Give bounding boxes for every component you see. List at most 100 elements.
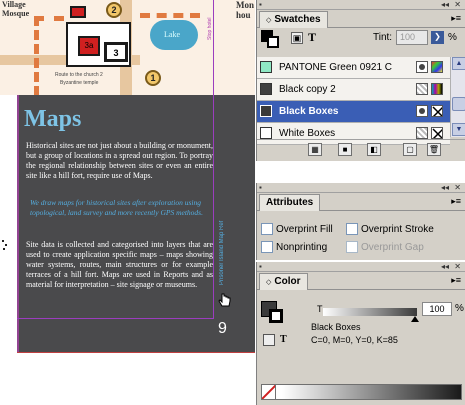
color-fill-stroke-selector[interactable] (261, 301, 283, 323)
road-label: Route to the church 2 (55, 72, 103, 78)
tab-swatches[interactable]: ◇ Swatches (259, 11, 328, 28)
color-text-icon[interactable]: T (280, 334, 287, 345)
show-color-swatches-icon[interactable]: ■ (338, 143, 352, 156)
close-icon[interactable]: ✕ (454, 183, 461, 192)
margin-marks (2, 240, 7, 250)
article-title[interactable]: Maps (24, 106, 81, 133)
frame-edge-guide (17, 95, 19, 352)
map-marker-2-label: 2 (111, 5, 117, 15)
swatch-name: White Boxes (279, 128, 336, 139)
panel-menu-icon[interactable]: ▸≡ (451, 196, 461, 207)
lake-label: Lake (164, 30, 180, 39)
tab-toggle-icon[interactable]: ◇ (266, 13, 271, 29)
bleed-guide (17, 352, 255, 353)
panel-titlebar[interactable]: ▪ ◂◂ ✕ (257, 0, 465, 10)
close-icon[interactable]: ✕ (454, 0, 461, 9)
collapse-icon[interactable]: ◂◂ (441, 183, 449, 192)
color-tint-input[interactable]: 100 (422, 302, 452, 316)
process-color-icon (416, 83, 428, 95)
color-stroke-box[interactable] (269, 309, 283, 323)
panel-menu-icon[interactable]: ▸≡ (451, 275, 461, 286)
color-swatch-name: Black Boxes (311, 322, 361, 332)
overprint-stroke-label: Overprint Stroke (361, 223, 434, 235)
article-paragraph-1[interactable]: Historical sites are not just about a bu… (26, 141, 213, 181)
document-canvas[interactable]: Lake 3a 3 1 2 Village Mosque Mon hou Rou… (0, 0, 255, 405)
tab-swatches-label: Swatches (274, 14, 321, 25)
overprint-fill-checkbox[interactable] (261, 223, 273, 235)
delete-swatch-icon[interactable]: 🗑 (427, 143, 441, 156)
swatch-row-pantone-green[interactable]: PANTONE Green 0921 C (257, 57, 450, 79)
swatch-row-black-copy-2[interactable]: Black copy 2 (257, 79, 450, 101)
collapse-icon[interactable]: ◂◂ (441, 262, 449, 271)
tint-arrow-icon[interactable]: ❯ (431, 31, 444, 44)
article-paragraph-2[interactable]: We draw maps for historical sites after … (30, 198, 213, 218)
page-number[interactable]: 9 (218, 320, 227, 338)
grip-icon: ▪ (259, 0, 262, 9)
attributes-panel: ▪ ◂◂ ✕ Attributes ▸≡ Overprint Fill Over… (256, 183, 465, 260)
close-icon[interactable]: ✕ (454, 262, 461, 271)
overprint-stroke-option[interactable]: Overprint Stroke (346, 223, 434, 235)
tint-input[interactable]: 100 (396, 30, 428, 45)
color-container-icon[interactable] (263, 334, 275, 346)
tab-toggle-icon[interactable]: ◇ (266, 275, 271, 291)
color-tint-label: T (317, 304, 323, 314)
margin-guide-horizontal (17, 318, 214, 319)
panel-titlebar[interactable]: ▪ ◂◂ ✕ (257, 262, 465, 272)
map-lake: Lake (150, 20, 198, 50)
swatches-controls: ▣ T Tint: 100 ❯ % (257, 28, 465, 48)
tab-attributes-label: Attributes (266, 197, 314, 208)
color-cmyk-values: C=0, M=0, Y=0, K=85 (311, 335, 398, 345)
temple-label: Byzantine temple (60, 80, 99, 86)
panel-titlebar[interactable]: ▪ ◂◂ ✕ (257, 183, 465, 193)
overprint-stroke-checkbox[interactable] (346, 223, 358, 235)
color-ramp[interactable] (261, 384, 462, 400)
fill-stroke-selector[interactable] (261, 30, 279, 48)
attributes-tabrow: Attributes ▸≡ (257, 193, 465, 211)
hand-cursor-icon (218, 293, 231, 307)
cmyk-mode-icon (431, 83, 443, 95)
swatch-chip (260, 61, 272, 73)
color-mode-icon (431, 61, 443, 73)
map-label-right-bottom: hou (236, 10, 251, 20)
none-color-icon[interactable] (262, 385, 276, 399)
swatch-row-black-boxes[interactable]: Black Boxes (257, 101, 450, 123)
tint-slider-knob[interactable] (411, 316, 419, 322)
scroll-up-icon[interactable]: ▲ (452, 57, 465, 70)
tint-slider[interactable] (323, 308, 417, 316)
map-building-small (70, 6, 86, 18)
vertical-caption[interactable]: Prisoner Island Map Ref (219, 210, 229, 285)
nonprinting-option[interactable]: Nonprinting (261, 241, 327, 253)
no-edit-icon (431, 105, 443, 117)
scroll-thumb[interactable] (452, 97, 465, 111)
building-3a-label: 3a (84, 41, 94, 50)
container-icon[interactable]: ▣ (291, 32, 303, 44)
swatches-panel: ▪ ◂◂ ✕ ◇ Swatches ▸≡ ▣ T Tint: 100 ❯ % PA… (256, 0, 465, 161)
map-marker-2: 2 (106, 2, 122, 18)
swatch-list-scrollbar[interactable]: ▲ ▼ (450, 57, 465, 137)
swatch-list: PANTONE Green 0921 C Black copy 2 Black … (257, 57, 450, 145)
panel-menu-icon[interactable]: ▸≡ (451, 13, 461, 24)
show-gradient-swatches-icon[interactable]: ◧ (367, 143, 381, 156)
nonprinting-checkbox[interactable] (261, 241, 273, 253)
mosque-label: Mosque (2, 9, 30, 18)
swatch-chip (260, 83, 272, 95)
text-formatting-icon[interactable]: T (308, 30, 316, 45)
stroke-box[interactable] (267, 36, 279, 48)
tab-color[interactable]: ◇ Color (259, 273, 308, 290)
color-tint-unit: % (455, 303, 464, 314)
tint-unit: % (448, 32, 457, 43)
no-edit-icon (431, 127, 443, 139)
overprint-fill-option[interactable]: Overprint Fill (261, 223, 333, 235)
show-all-swatches-icon[interactable]: ▦ (308, 143, 322, 156)
swatches-footer: ▦ ■ ◧ ▢ 🗑 (257, 139, 465, 159)
map-marker-1: 1 (145, 70, 161, 86)
tab-attributes[interactable]: Attributes (259, 194, 321, 211)
scroll-down-icon[interactable]: ▼ (452, 123, 465, 136)
collapse-icon[interactable]: ◂◂ (441, 0, 449, 9)
overprint-gap-label: Overprint Gap (361, 241, 424, 253)
article-paragraph-3[interactable]: Site data is collected and categorised i… (26, 240, 213, 290)
spot-color-icon (416, 105, 428, 117)
map-route (140, 0, 200, 18)
new-swatch-icon[interactable]: ▢ (403, 143, 417, 156)
swatch-chip (260, 127, 272, 139)
